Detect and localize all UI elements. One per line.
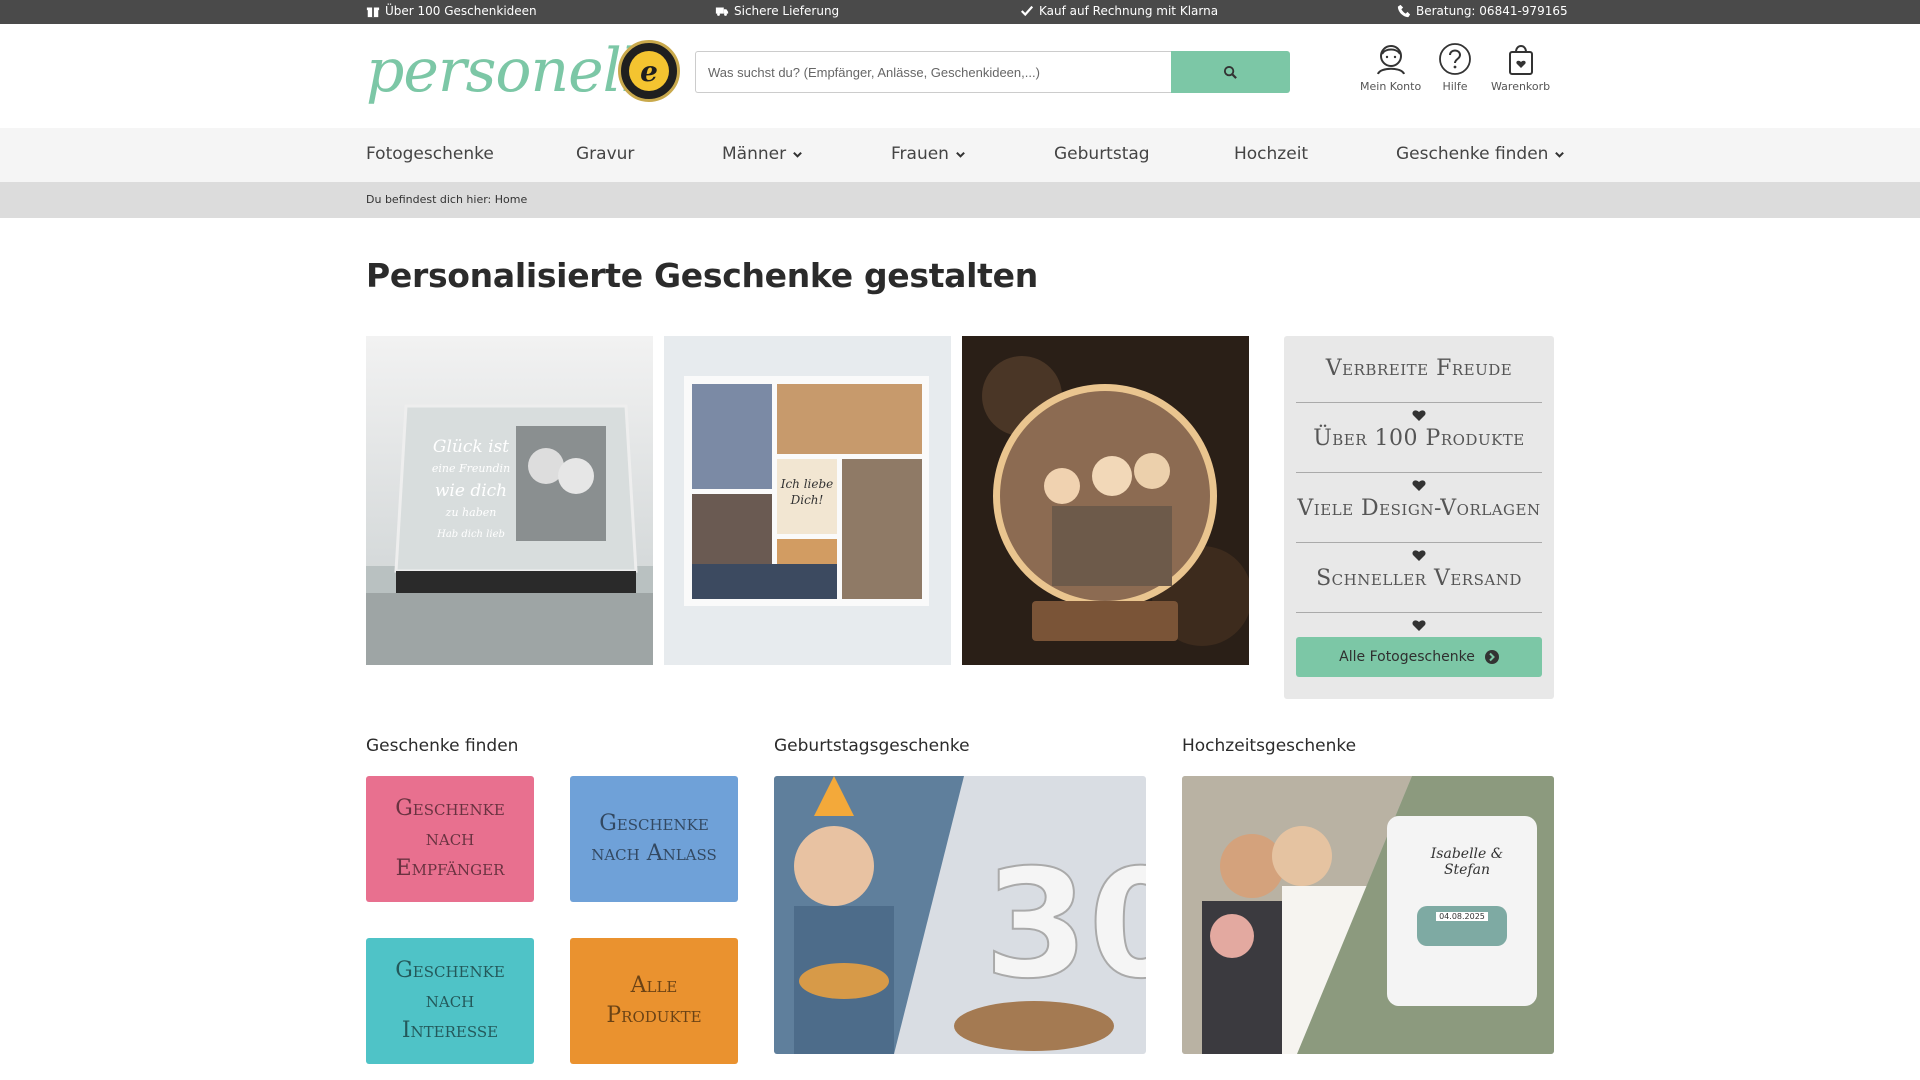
section-title-wedding: Hochzeitsgeschenke (1182, 736, 1357, 756)
cart-label: Warenkorb (1491, 80, 1551, 93)
topbar-gifts-label: Über 100 Geschenkideen (385, 4, 537, 18)
nav-label: Männer (722, 144, 787, 164)
divider (1296, 542, 1542, 543)
benefit-label: Über 100 Produkte (1313, 426, 1525, 451)
hero-image-pillow[interactable]: Ich liebe Dich! (664, 336, 951, 665)
divider (1296, 402, 1542, 403)
nav-item-hochzeit[interactable]: Hochzeit (1234, 144, 1308, 164)
nav-item-geburtstag[interactable]: Geburtstag (1054, 144, 1150, 164)
search-bar (695, 51, 1290, 93)
benefit-item: Schneller Versand (1296, 556, 1542, 631)
breadcrumb-bar: Du befindest dich hier: Home (0, 182, 1920, 218)
truck-icon (715, 7, 729, 16)
heart-icon (1412, 620, 1426, 631)
pillow-line: Dich! (790, 493, 824, 507)
section-title-birthday: Geburtstagsgeschenke (774, 736, 970, 756)
birthday-gifts-image[interactable]: 30 (774, 776, 1146, 1054)
arrow-circle-right-icon (1484, 650, 1499, 664)
hero-image-lamp[interactable] (962, 336, 1249, 665)
nav-label: Frauen (891, 144, 949, 164)
crystal-line: Hab dich lieb (437, 529, 505, 540)
trusted-shops-e-icon: e (629, 51, 669, 91)
help-link[interactable]: Hilfe (1438, 42, 1472, 93)
tile-label: Alle Produkte (606, 973, 702, 1028)
crystal-line: wie dich (434, 481, 508, 501)
shopping-bag-icon (1508, 45, 1533, 75)
nav-item-frauen[interactable]: Frauen (891, 144, 966, 164)
account-label: Mein Konto (1360, 80, 1422, 93)
section-title-finder: Geschenke finden (366, 736, 519, 756)
all-photo-gifts-button[interactable]: Alle Fotogeschenke (1296, 637, 1542, 677)
cta-label: Alle Fotogeschenke (1339, 649, 1475, 665)
nav-label: Fotogeschenke (366, 144, 494, 164)
cart-link[interactable]: Warenkorb (1491, 42, 1550, 93)
benefit-label: Schneller Versand (1316, 566, 1522, 591)
topbar-klarna-label: Kauf auf Rechnung mit Klarna (1039, 4, 1219, 18)
wedding-photo-illustration (1182, 776, 1554, 1054)
user-avatar-icon (1376, 45, 1405, 75)
nav-item-maenner[interactable]: Männer (722, 144, 803, 164)
tile-by-occasion[interactable]: Geschenke nach Anlass (570, 776, 738, 902)
top-info-bar: Über 100 Geschenkideen Sichere Lieferung… (0, 0, 1920, 24)
birthday-photo-illustration: 30 (774, 776, 1146, 1054)
chevron-down-icon (956, 151, 965, 158)
topbar-item-phone[interactable]: Beratung: 06841-979165 (1397, 4, 1568, 18)
gift-icon (366, 7, 380, 18)
tile-by-recipient[interactable]: Geschenke nach Empfänger (366, 776, 534, 902)
benefit-label: Viele Design-Vorlagen (1297, 496, 1541, 521)
benefit-label: Verbreite Freude (1325, 356, 1513, 381)
tile-label: Geschenke nach Anlass (591, 811, 717, 866)
crystal-line: Glück ist (432, 437, 510, 457)
nav-label: Hochzeit (1234, 144, 1309, 164)
topbar-delivery-label: Sichere Lieferung (734, 4, 840, 18)
wedding-date-caption: 04.08.2025 (1436, 912, 1488, 921)
tile-all-products[interactable]: Alle Produkte (570, 938, 738, 1064)
nav-item-gravur[interactable]: Gravur (576, 144, 634, 164)
crystal-caption: Glück ist eine Freundin wie dich zu habe… (416, 436, 526, 546)
help-label: Hilfe (1442, 80, 1468, 93)
tile-label: Geschenke nach Empfänger (395, 796, 505, 881)
wedding-names-caption: Isabelle & Stefan (1430, 846, 1504, 878)
lamp-photo-illustration (962, 336, 1249, 665)
chevron-down-icon (1555, 151, 1565, 158)
nav-label: Geschenke finden (1396, 144, 1549, 164)
breadcrumb-prefix: Du befindest dich hier: (366, 193, 492, 206)
nav-item-fotogeschenke[interactable]: Fotogeschenke (366, 144, 494, 164)
hero-image-crystal[interactable]: Glück ist eine Freundin wie dich zu habe… (366, 336, 653, 665)
nav-label: Geburtstag (1054, 144, 1150, 164)
benefit-item: Viele Design-Vorlagen (1296, 486, 1542, 561)
svg-text:30: 30 (984, 838, 1146, 1012)
nav-item-geschenke-finden[interactable]: Geschenke finden (1396, 144, 1565, 164)
benefits-panel: Verbreite Freude Über 100 Produkte Viele… (1284, 336, 1554, 699)
topbar-item-klarna: Kauf auf Rechnung mit Klarna (1020, 4, 1218, 18)
account-link[interactable]: Mein Konto (1360, 42, 1421, 93)
nav-label: Gravur (576, 144, 635, 164)
tile-label: Geschenke nach Interesse (395, 958, 505, 1043)
search-icon (1223, 65, 1237, 79)
page-title: Personalisierte Geschenke gestalten (366, 256, 1038, 295)
phone-icon (1397, 4, 1411, 18)
divider (1296, 472, 1542, 473)
search-input[interactable] (695, 51, 1171, 93)
search-button[interactable] (1171, 51, 1290, 93)
benefit-item: Verbreite Freude (1296, 346, 1542, 421)
crystal-line: eine Freundin (431, 462, 511, 475)
question-mark-icon (1439, 43, 1471, 75)
pillow-line: Ich liebe (780, 477, 834, 491)
tile-by-interest[interactable]: Geschenke nach Interesse (366, 938, 534, 1064)
trusted-shops-badge[interactable]: e (618, 40, 680, 102)
main-navigation: Fotogeschenke Gravur Männer Frauen Gebur… (0, 128, 1920, 182)
check-icon (1020, 5, 1034, 17)
benefit-item: Über 100 Produkte (1296, 416, 1542, 491)
crystal-line: zu haben (445, 506, 497, 519)
wedding-gifts-image[interactable]: Isabelle & Stefan 04.08.2025 (1182, 776, 1554, 1054)
breadcrumb-home-link[interactable]: Home (495, 193, 527, 206)
topbar-item-delivery: Sichere Lieferung (715, 4, 839, 18)
pillow-caption: Ich liebe Dich! (777, 476, 837, 508)
chevron-down-icon (793, 151, 802, 158)
divider (1296, 612, 1542, 613)
topbar-phone-label: Beratung: 06841-979165 (1416, 4, 1568, 18)
breadcrumb: Du befindest dich hier: Home (366, 193, 527, 206)
topbar-item-gifts: Über 100 Geschenkideen (366, 4, 537, 18)
